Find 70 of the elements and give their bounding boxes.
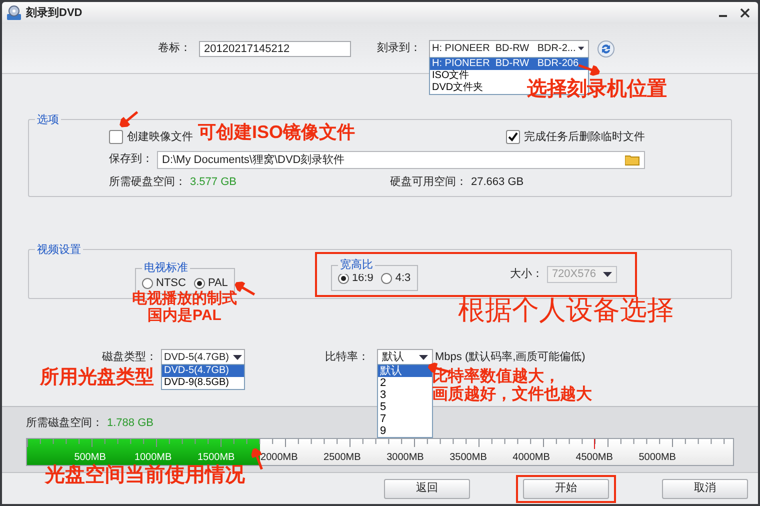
disc-type-dropdown[interactable]: DVD-5(4.7GB) <box>161 349 245 365</box>
dialog-button[interactable]: 返回 <box>384 478 470 498</box>
disc-icon <box>6 5 22 21</box>
dialog-button[interactable]: 开始 <box>523 478 609 498</box>
field-label: 硬盘可用空间： <box>390 174 467 190</box>
volume-label-field[interactable]: 20120217145212 <box>199 40 351 56</box>
caret-icon <box>578 46 584 51</box>
field-label: 刻录到： <box>377 40 421 56</box>
annotation-text: 选择刻录机位置 <box>527 78 667 100</box>
dropdown-option[interactable]: DVD文件夹 <box>430 82 486 94</box>
field-label: 保存到： <box>109 152 153 168</box>
annotation-text: 电视播放的制式 国内是PAL <box>132 291 237 324</box>
field-label: 大小： <box>510 266 543 282</box>
dropdown-option[interactable]: 5 <box>378 401 388 413</box>
annotation-text: 可创建ISO镜像文件 <box>198 123 356 143</box>
radio-button[interactable] <box>194 278 205 288</box>
radio-button[interactable] <box>381 272 392 284</box>
required-space-value: 3.577 GB <box>190 174 238 190</box>
radio-label: 4:3 <box>395 270 411 286</box>
field-label: 磁盘类型： <box>102 350 157 365</box>
scale-label: 3000MB <box>386 452 424 464</box>
dropdown-option[interactable]: 3 <box>378 389 388 401</box>
radio-label: PAL <box>208 276 228 290</box>
field-label: 所需硬盘空间： <box>109 174 186 190</box>
field-label: 所需磁盘空间： <box>26 416 103 431</box>
radio-button[interactable] <box>142 278 153 288</box>
dropdown-option[interactable]: 2 <box>378 377 388 389</box>
refresh-icon[interactable] <box>597 40 615 58</box>
scale-label: 500MB <box>74 452 106 464</box>
scale-label: 4500MB <box>576 452 613 464</box>
dropdown-option[interactable]: DVD-9(8.5GB) <box>162 377 232 389</box>
folder-icon[interactable] <box>625 154 640 166</box>
window-title: 刻录到DVD <box>26 6 82 21</box>
checkbox-label: 完成任务后删除临时文件 <box>524 130 645 145</box>
dropdown-option[interactable]: ISO文件 <box>430 70 472 82</box>
scale-label: 2000MB <box>260 452 298 464</box>
field-label: 比特率： <box>325 350 369 365</box>
radio-label: NTSC <box>156 276 186 290</box>
scale-label: 3500MB <box>450 452 487 464</box>
scale-label: 2500MB <box>324 452 361 464</box>
dropdown-option[interactable]: DVD-5(4.7GB) <box>162 365 244 377</box>
close-icon[interactable] <box>740 8 750 18</box>
free-space-value: 27.663 GB <box>471 174 524 190</box>
checkbox[interactable] <box>109 130 123 144</box>
bitrate-unit-text: Mbps (默认码率,画质可能偏低) <box>435 350 586 365</box>
scale-label: 5000MB <box>638 452 676 464</box>
required-disc-space-value: 1.788 GB <box>107 416 154 431</box>
scale-label: 4000MB <box>512 452 550 464</box>
burner-dropdown[interactable]: H: PIONEER BD-RW BDR-2... <box>429 40 589 58</box>
caret-icon <box>419 354 428 360</box>
dropdown-option[interactable]: 9 <box>378 425 388 437</box>
annotation-text: 光盘空间当前使用情况 <box>45 464 245 486</box>
checkbox-label: 创建映像文件 <box>127 130 193 145</box>
capacity-limit-line <box>594 438 596 448</box>
annotation-text: 根据个人设备选择 <box>458 296 674 326</box>
dropdown-option[interactable]: 7 <box>378 413 388 425</box>
group-title: 电视标准 <box>142 262 190 274</box>
scale-label: 1000MB <box>134 452 172 464</box>
bitrate-dropdown[interactable]: 默认 <box>377 349 433 365</box>
group-title: 宽高比 <box>338 257 375 274</box>
field-label: 卷标： <box>158 41 191 56</box>
caret-icon <box>233 354 242 360</box>
annotation-text: 所用光盘类型 <box>40 368 154 389</box>
save-path-field[interactable]: D:\My Documents\狸窝\DVD刻录软件 <box>157 150 645 168</box>
dropdown-option[interactable]: 默认 <box>378 365 432 377</box>
scale-label: 1500MB <box>197 452 235 464</box>
dialog-button[interactable]: 取消 <box>662 478 748 498</box>
checkbox[interactable] <box>506 130 520 144</box>
caret-icon <box>602 272 612 276</box>
dropdown-option[interactable]: H: PIONEER BD-RW BDR-206 <box>430 58 588 70</box>
